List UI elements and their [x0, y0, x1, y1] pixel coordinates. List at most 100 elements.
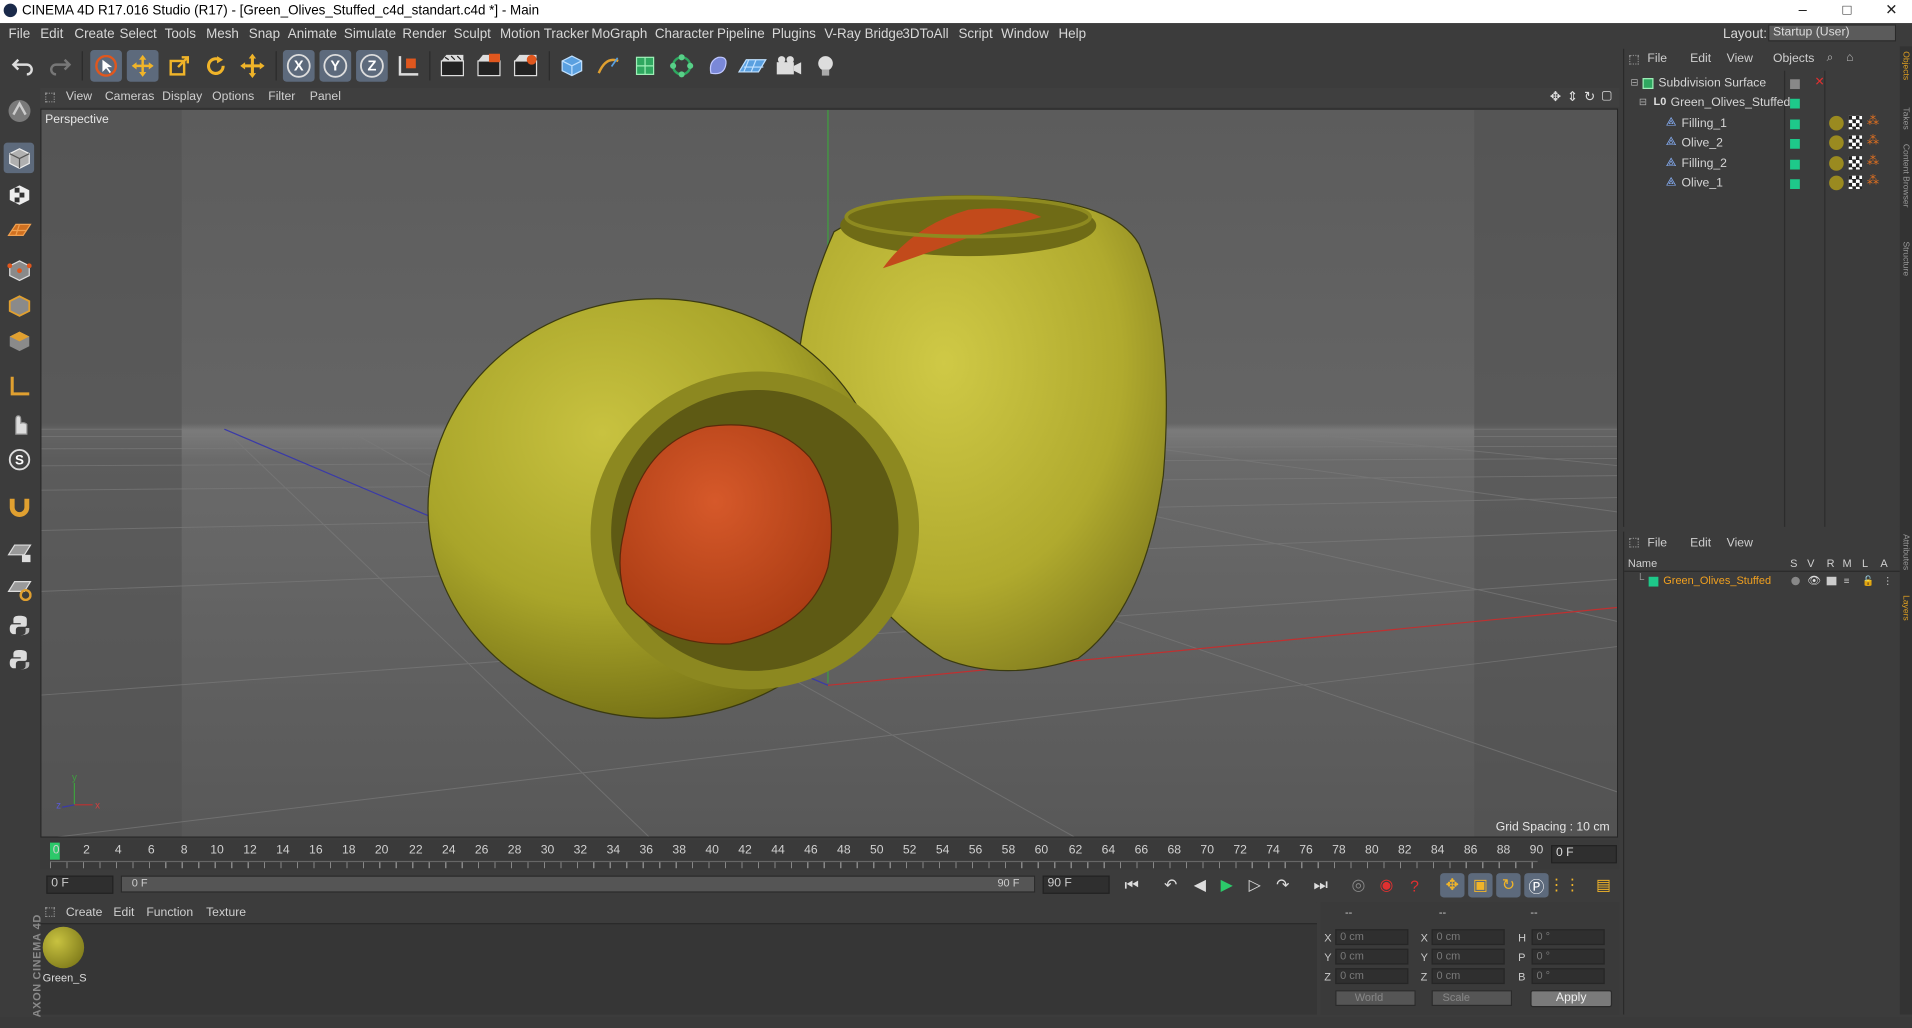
key-rotation-icon[interactable]: ↻ [1496, 873, 1521, 898]
phong-tag-icon[interactable]: ⁂ [1867, 155, 1879, 168]
viewport-nav-zoom-icon[interactable]: ⇕ [1567, 89, 1578, 105]
menu-vray-bridge[interactable]: V-Ray Bridge [824, 27, 903, 42]
scale-icon[interactable] [163, 50, 195, 82]
viewport-menu-filter[interactable]: Filter [268, 90, 295, 103]
objmgr-menu-edit[interactable]: Edit [1690, 52, 1711, 65]
magnet-icon[interactable] [4, 490, 34, 520]
objmgr-menu-objects[interactable]: Objects [1773, 52, 1814, 65]
light-icon[interactable] [810, 50, 842, 82]
menu-sculpt[interactable]: Sculpt [454, 27, 491, 42]
tab-structure[interactable]: Structure [1901, 241, 1910, 276]
pos-z-field[interactable]: 0 cm [1335, 968, 1409, 985]
minimize-button[interactable]: – [1799, 1, 1807, 18]
autokey-icon[interactable]: ◉ [1374, 873, 1398, 897]
viewport-menu-panel[interactable]: Panel [310, 90, 341, 103]
menu-simulate[interactable]: Simulate [344, 27, 396, 42]
live-select-icon[interactable] [237, 50, 269, 82]
menu-file[interactable]: File [9, 27, 31, 42]
menu-window[interactable]: Window [1001, 27, 1049, 42]
y-axis-icon[interactable]: Y [319, 49, 352, 82]
texture-mode-icon[interactable] [4, 179, 34, 209]
material-swatch[interactable] [42, 926, 85, 969]
z-axis-icon[interactable]: Z [356, 49, 388, 82]
start-frame-field[interactable]: 0 F [46, 875, 114, 894]
material-tag-icon[interactable] [1829, 115, 1844, 131]
object-row-olive-1[interactable]: ⟁ Olive_1 ⁂ [1624, 174, 1900, 194]
tab-layers[interactable]: Layers [1901, 595, 1910, 621]
tab-takes[interactable]: Takes [1901, 107, 1910, 129]
rotate-icon[interactable] [200, 50, 232, 82]
size-z-field[interactable]: 0 cm [1431, 968, 1505, 985]
uvw-tag-icon[interactable] [1848, 156, 1863, 170]
menu-help[interactable]: Help [1058, 27, 1086, 42]
layer-color-chip[interactable] [1790, 139, 1800, 149]
frame-range-slider[interactable]: 0 F 90 F [120, 875, 1036, 893]
subdivision-icon[interactable] [629, 50, 661, 82]
x-axis-icon[interactable]: X [282, 49, 315, 82]
layer-row[interactable]: └ Green_Olives_Stuffed 👁 ≡ 🔓 ⋮ [1624, 573, 1900, 590]
cube-primitive-icon[interactable] [556, 50, 588, 82]
layermgr-menu-file[interactable]: File [1647, 537, 1667, 550]
objmgr-search-icon[interactable]: ⌕ [1827, 51, 1834, 64]
key-pla-icon[interactable]: ⋮⋮ [1549, 873, 1581, 897]
tab-attributes[interactable]: Attributes [1901, 534, 1910, 570]
points-mode-icon[interactable] [4, 255, 34, 285]
object-row-subdivision-surface[interactable]: ⊟ Subdivision Surface ✕ [1624, 74, 1900, 94]
model-mode-icon[interactable] [3, 142, 35, 174]
deformer-icon[interactable] [702, 50, 734, 82]
phong-tag-icon[interactable]: ⁂ [1867, 115, 1879, 128]
layer-render-icon[interactable] [1826, 576, 1837, 586]
array-icon[interactable] [666, 50, 698, 82]
menu-motion-tracker[interactable]: Motion Tracker [500, 27, 589, 42]
menu-character[interactable]: Character [655, 27, 714, 42]
menu-mograph[interactable]: MoGraph [591, 27, 647, 42]
menu-pipeline[interactable]: Pipeline [717, 27, 765, 42]
material-tag-icon[interactable] [1829, 175, 1844, 191]
next-frame-icon[interactable]: ▷ [1243, 873, 1267, 897]
viewport-menu-cameras[interactable]: Cameras [105, 90, 154, 103]
material-menu-edit[interactable]: Edit [113, 906, 134, 919]
select-arrow-icon[interactable] [90, 49, 122, 82]
material-tag-icon[interactable] [1829, 156, 1844, 171]
menu-3dtoall[interactable]: 3DToAll [902, 27, 948, 42]
menu-mesh[interactable]: Mesh [206, 27, 239, 42]
disabled-x-icon[interactable]: ✕ [1814, 76, 1824, 89]
layer-color-chip[interactable] [1790, 179, 1800, 190]
object-row-filling-2[interactable]: ⟁ Filling_2 ⁂ [1624, 155, 1900, 175]
viewport-menu-options[interactable]: Options [212, 90, 254, 103]
layout-dropdown[interactable]: Startup (User) [1768, 24, 1897, 42]
menu-edit[interactable]: Edit [40, 27, 63, 42]
layer-view-eye-icon[interactable]: 👁 [1807, 574, 1821, 587]
previous-frame-icon[interactable]: ◀ [1188, 873, 1212, 897]
layer-solo-toggle[interactable] [1791, 576, 1800, 586]
viewport-nav-rotate-icon[interactable]: ↻ [1584, 89, 1595, 105]
tweak-mode-icon[interactable] [4, 407, 34, 437]
axis-mode-icon[interactable] [4, 371, 34, 401]
end-frame-field[interactable]: 90 F [1042, 875, 1110, 894]
pos-y-field[interactable]: 0 cm [1335, 948, 1409, 965]
pen-spline-icon[interactable] [593, 50, 625, 82]
layer-color-chip[interactable] [1790, 159, 1800, 170]
pos-x-field[interactable]: 0 cm [1335, 929, 1409, 946]
floor-icon[interactable] [737, 50, 769, 82]
menu-select[interactable]: Select [120, 27, 157, 42]
object-row-filling-1[interactable]: ⟁ Filling_1 ⁂ [1624, 115, 1900, 135]
layer-color-chip[interactable] [1790, 98, 1800, 109]
coordinate-mode-dropdown[interactable]: World [1335, 990, 1416, 1007]
current-frame-field[interactable]: 0 F [1551, 845, 1617, 864]
layer-manager-icon[interactable]: ≡ [1844, 576, 1850, 587]
next-key-icon[interactable]: ↷ [1271, 873, 1295, 897]
apply-button[interactable]: Apply [1530, 990, 1613, 1008]
python-script-icon[interactable] [4, 610, 34, 640]
key-parameter-icon[interactable]: Ⓟ [1524, 873, 1549, 898]
object-row-olive-2[interactable]: ⟁ Olive_2 ⁂ [1624, 134, 1900, 154]
lock-workplane-icon[interactable] [4, 537, 34, 567]
undo-icon[interactable] [7, 50, 39, 82]
render-picture-icon[interactable] [473, 50, 505, 82]
collapse-toggle-icon[interactable]: ⊟ [1630, 77, 1638, 88]
size-x-field[interactable]: 0 cm [1431, 929, 1505, 946]
key-position-icon[interactable]: ✥ [1440, 873, 1465, 898]
3d-viewport[interactable]: y z x Perspective Grid Spacing : 10 cm [40, 108, 1619, 838]
menu-animate[interactable]: Animate [288, 27, 337, 42]
workplane-rotate-icon[interactable] [4, 573, 34, 603]
